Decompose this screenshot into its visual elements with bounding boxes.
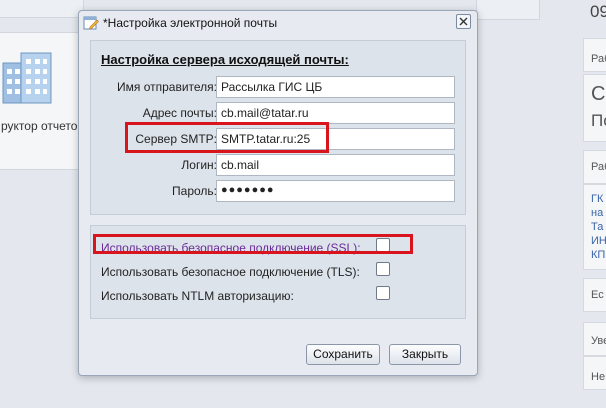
tls-option-label: Использовать безопасное подключение (TLS… [101,265,360,279]
dialog-title: *Настройка электронной почты [103,16,278,30]
right-link-5[interactable]: КП [591,249,605,261]
right-block-ne[interactable]: Не [583,356,606,390]
connection-options-fieldset: Использовать безопасное подключение (SSL… [90,225,466,319]
right-block-notifications[interactable]: Уве [583,322,606,356]
sender-name-label: Имя отправителя: [116,80,217,94]
background-top-tab [476,0,540,20]
ssl-option-row: Использовать безопасное подключение (SSL… [91,238,467,258]
tls-checkbox[interactable] [376,262,390,276]
right-block-work[interactable]: Раб [583,38,606,72]
right-block-links: ГК на Та ИН КП [583,184,606,270]
password-row: Пароль: ●●●●●●● [91,180,467,202]
right-block-es-label: Ес [591,289,604,301]
close-icon [459,17,468,26]
ntlm-option-row: Использовать NTLM авторизацию: [91,286,467,306]
login-row: Логин: cb.mail [91,154,467,176]
report-designer-tile[interactable]: руктор отчето [0,32,80,170]
email-settings-dialog: *Настройка электронной почты Настройка с… [78,10,478,376]
close-button[interactable]: Закрыть [389,344,461,365]
right-link-4[interactable]: ИН [591,235,606,247]
save-button[interactable]: Сохранить [306,344,380,365]
right-block-es[interactable]: Ес [583,278,606,312]
right-block-main-line2: По [591,111,606,130]
right-link-2[interactable]: на [591,207,603,219]
report-designer-label: руктор отчето [1,119,78,133]
right-block-ne-label: Не [591,371,606,383]
right-link-1[interactable]: ГК [591,193,603,205]
right-link-3[interactable]: Та [591,221,603,233]
login-input[interactable]: cb.mail [216,154,455,176]
ssl-option-label: Использовать безопасное подключение (SSL… [101,241,361,255]
dialog-titlebar[interactable]: *Настройка электронной почты [79,11,477,35]
edit-window-icon [83,16,99,30]
password-label: Пароль: [172,184,217,198]
right-sidebar: 09 Раб С По Раб ГК на Та ИН КП Ес Уве Не [583,0,606,408]
email-address-input[interactable]: cb.mail@tatar.ru [216,102,455,124]
sender-name-input[interactable]: Рассылка ГИС ЦБ [216,76,455,98]
clock-text: 09 [590,2,606,21]
ntlm-checkbox[interactable] [376,286,390,300]
right-block-work-label: Раб [591,53,606,65]
email-address-row: Адрес почты: cb.mail@tatar.ru [91,102,467,124]
smtp-server-fieldset: Настройка сервера исходящей почты: Имя о… [90,40,466,215]
smtp-server-input[interactable]: SMTP.tatar.ru:25 [216,128,455,150]
sender-name-row: Имя отправителя: Рассылка ГИС ЦБ [91,76,467,98]
ssl-checkbox[interactable] [376,238,390,252]
right-block-main-line1: С [591,83,606,105]
building-report-icon [2,52,52,104]
right-block-notifications-label: Уве [591,335,606,347]
tls-option-row: Использовать безопасное подключение (TLS… [91,262,467,282]
smtp-server-label: Сервер SMTP: [135,132,217,146]
email-address-label: Адрес почты: [142,106,217,120]
right-block-main[interactable]: С По [583,74,606,142]
password-input[interactable]: ●●●●●●● [216,180,455,202]
right-block-work2-label: Раб [591,161,606,173]
login-label: Логин: [181,158,217,172]
dialog-close-button[interactable] [456,14,471,29]
ntlm-option-label: Использовать NTLM авторизацию: [101,289,294,303]
smtp-server-legend: Настройка сервера исходящей почты: [101,52,349,67]
smtp-server-row: Сервер SMTP: SMTP.tatar.ru:25 [91,128,467,150]
background-top-panel [0,0,84,18]
right-block-work2[interactable]: Раб [583,150,606,184]
